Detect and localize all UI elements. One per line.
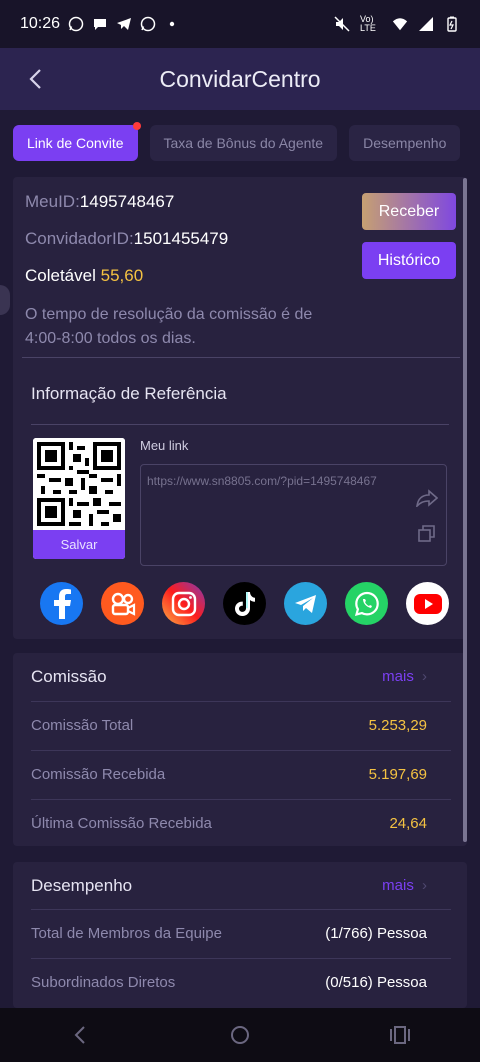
page-title: ConvidarCentro — [159, 65, 321, 92]
system-nav-bar — [0, 1008, 480, 1062]
share-icon[interactable] — [415, 489, 439, 512]
telegram-icon[interactable] — [284, 582, 327, 625]
youtube-icon[interactable] — [406, 582, 449, 625]
divider — [31, 424, 449, 425]
divider — [22, 357, 460, 358]
my-link-label: Meu link — [140, 438, 189, 453]
nav-home-icon[interactable] — [220, 1015, 260, 1055]
back-arrow-icon[interactable] — [22, 66, 48, 92]
chat-notification-icon — [92, 16, 108, 32]
tab-agent-bonus-rate-label: Taxa de Bônus do Agente — [163, 135, 324, 151]
collectable-value: 55,60 — [100, 266, 144, 285]
whatsapp-notification-icon — [68, 16, 84, 32]
tab-performance-label: Desempenho — [363, 135, 447, 151]
receive-button[interactable]: Receber — [362, 193, 456, 230]
more-notifications-dot-icon — [164, 16, 180, 32]
copy-icon[interactable] — [418, 525, 436, 548]
direct-subordinates-label: Subordinados Diretos — [31, 974, 176, 991]
team-members-label: Total de Membros da Equipe — [31, 925, 222, 942]
my-id-label: MeuID: — [25, 192, 80, 211]
chevron-right-icon: › — [422, 668, 427, 685]
total-commission-label: Comissão Total — [31, 717, 134, 734]
whatsapp-notification-icon-2 — [140, 16, 156, 32]
performance-more-link[interactable]: mais › — [382, 877, 427, 894]
whatsapp-icon[interactable] — [345, 582, 388, 625]
divider — [31, 701, 451, 702]
inviter-id-label: ConvidadorID: — [25, 229, 134, 248]
network-label: Vo) LTE — [360, 14, 376, 33]
team-members-value: (1/766) Pessoa — [325, 925, 427, 942]
commission-card: Comissão mais › Comissão Total 5.253,29 … — [13, 653, 467, 846]
status-bar: 10:26 Vo) LTE — [0, 0, 480, 48]
app-header: ConvidarCentro — [0, 48, 480, 110]
referral-info-title: Informação de Referência — [31, 384, 227, 403]
total-commission-value: 5.253,29 — [368, 717, 427, 734]
received-commission-label: Comissão Recebida — [31, 766, 166, 783]
performance-more-label: mais — [382, 877, 414, 894]
performance-card: Desempenho mais › Total de Membros da Eq… — [13, 862, 467, 1008]
tiktok-icon[interactable] — [223, 582, 266, 625]
tab-bar: Link de Convite Taxa de Bônus do Agente … — [0, 110, 480, 176]
kwai-icon[interactable] — [101, 582, 144, 625]
divider — [31, 958, 451, 959]
nav-recents-icon[interactable] — [380, 1015, 420, 1055]
performance-title: Desempenho — [31, 876, 133, 895]
telegram-notification-icon — [116, 16, 132, 32]
qr-code-image — [33, 438, 125, 530]
referral-link-box[interactable]: https://www.sn8805.com/?pid=1495748467 — [140, 464, 447, 566]
tab-performance[interactable]: Desempenho — [349, 125, 461, 161]
scrollbar[interactable] — [463, 178, 467, 842]
tab-invite-link[interactable]: Link de Convite — [13, 122, 141, 161]
chevron-right-icon: › — [422, 877, 427, 894]
tab-invite-link-label: Link de Convite — [27, 135, 124, 151]
collectable-label: Coletável — [25, 266, 96, 285]
qr-code: Salvar — [33, 438, 125, 559]
referral-link-url: https://www.sn8805.com/?pid=1495748467 — [147, 474, 377, 488]
my-id-value: 1495748467 — [79, 192, 175, 211]
status-time: 10:26 — [20, 15, 61, 32]
instagram-icon[interactable] — [162, 582, 205, 625]
notification-dot — [132, 122, 141, 130]
last-commission-label: Última Comissão Recebida — [31, 815, 212, 832]
commission-more-link[interactable]: mais › — [382, 668, 427, 685]
commission-time-note: O tempo de resolução da comissão é de 4:… — [25, 306, 313, 347]
commission-title: Comissão — [31, 667, 107, 686]
received-commission-value: 5.197,69 — [368, 766, 427, 783]
social-share-row — [40, 582, 450, 625]
direct-subordinates-value: (0/516) Pessoa — [325, 974, 427, 991]
facebook-icon[interactable] — [40, 582, 83, 625]
last-commission-value: 24,64 — [389, 815, 427, 832]
floating-edge-handle[interactable] — [0, 285, 10, 315]
signal-icon — [418, 16, 434, 32]
divider — [31, 750, 451, 751]
history-button[interactable]: Histórico — [362, 242, 456, 279]
mute-icon — [334, 16, 350, 32]
commission-more-label: mais — [382, 668, 414, 685]
divider — [31, 909, 451, 910]
divider — [31, 799, 451, 800]
inviter-id-value: 1501455479 — [133, 229, 229, 248]
wifi-icon — [392, 16, 408, 32]
tab-agent-bonus-rate[interactable]: Taxa de Bônus do Agente — [149, 125, 338, 161]
battery-icon — [444, 16, 460, 32]
nav-back-icon[interactable] — [60, 1015, 100, 1055]
save-qr-button[interactable]: Salvar — [33, 530, 125, 559]
